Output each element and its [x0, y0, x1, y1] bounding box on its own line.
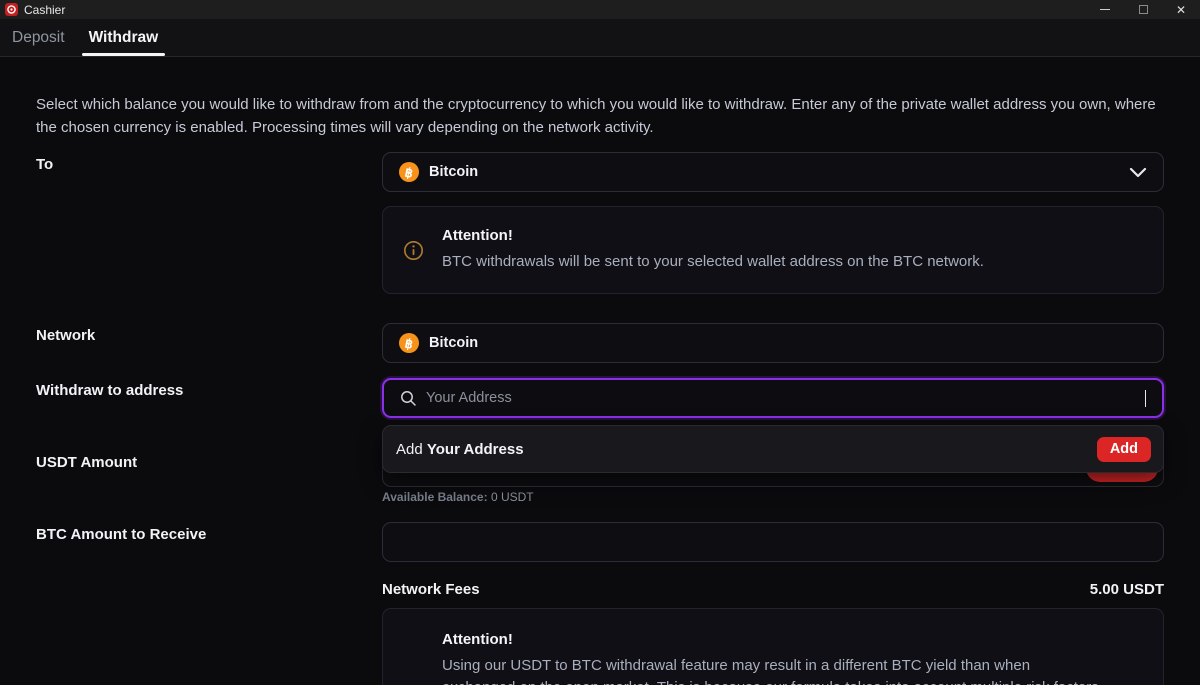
chevron-down-icon: [1129, 167, 1147, 178]
tab-withdraw-label: Withdraw: [89, 29, 159, 46]
search-icon: [400, 390, 417, 407]
close-button[interactable]: ✕: [1162, 0, 1200, 19]
network-value: Bitcoin: [429, 335, 478, 351]
add-address-text: Add Your Address: [396, 441, 524, 458]
window-title: Cashier: [24, 3, 65, 17]
to-currency-select[interactable]: ฿ Bitcoin: [382, 152, 1164, 192]
network-fees-value: 5.00 USDT: [1090, 581, 1164, 598]
network-select[interactable]: ฿ Bitcoin: [382, 323, 1164, 363]
attention-title: Attention!: [442, 631, 1102, 648]
maximize-icon: [1139, 5, 1148, 14]
tab-bar: Deposit Withdraw: [0, 19, 1200, 57]
titlebar: Cashier ✕: [0, 0, 1200, 19]
usdt-amount-label: USDT Amount: [36, 454, 137, 471]
app-logo-icon: [5, 3, 18, 16]
add-address-popup[interactable]: Add Your Address Add: [382, 425, 1164, 473]
withdraw-description: Select which balance you would like to w…: [36, 93, 1164, 139]
bitcoin-icon: ฿: [399, 162, 419, 182]
network-label: Network: [36, 327, 95, 344]
attention-body: BTC withdrawals will be sent to your sel…: [442, 251, 984, 273]
btc-amount-label: BTC Amount to Receive: [36, 526, 206, 543]
bitcoin-icon: ฿: [399, 333, 419, 353]
to-label: To: [36, 156, 53, 173]
maximize-button[interactable]: [1124, 0, 1162, 19]
add-address-button[interactable]: Add: [1097, 437, 1151, 462]
close-icon: ✕: [1176, 4, 1186, 16]
address-input[interactable]: [426, 390, 1200, 406]
to-currency-value: Bitcoin: [429, 164, 478, 180]
withdraw-panel: Select which balance you would like to w…: [0, 57, 1200, 685]
btc-amount-input[interactable]: [382, 522, 1164, 562]
available-balance: Available Balance: 0 USDT: [382, 490, 534, 504]
network-fees-label: Network Fees: [382, 581, 480, 598]
info-icon: [403, 240, 424, 261]
attention-box-btc-network: Attention! BTC withdrawals will be sent …: [382, 206, 1164, 294]
address-label: Withdraw to address: [36, 382, 183, 399]
attention-box-yield: Attention! Using our USDT to BTC withdra…: [382, 608, 1164, 685]
attention-title: Attention!: [442, 227, 984, 244]
minimize-icon: [1100, 9, 1110, 11]
attention-body: Using our USDT to BTC withdrawal feature…: [442, 655, 1102, 685]
tab-deposit[interactable]: Deposit: [10, 20, 67, 56]
network-fees-row: Network Fees 5.00 USDT: [382, 581, 1164, 598]
tab-deposit-label: Deposit: [12, 29, 65, 46]
minimize-button[interactable]: [1086, 0, 1124, 19]
active-tab-underline: [82, 53, 166, 56]
address-input-wrapper: [382, 378, 1164, 418]
text-caret: [1145, 390, 1146, 407]
tab-withdraw[interactable]: Withdraw: [87, 20, 161, 56]
